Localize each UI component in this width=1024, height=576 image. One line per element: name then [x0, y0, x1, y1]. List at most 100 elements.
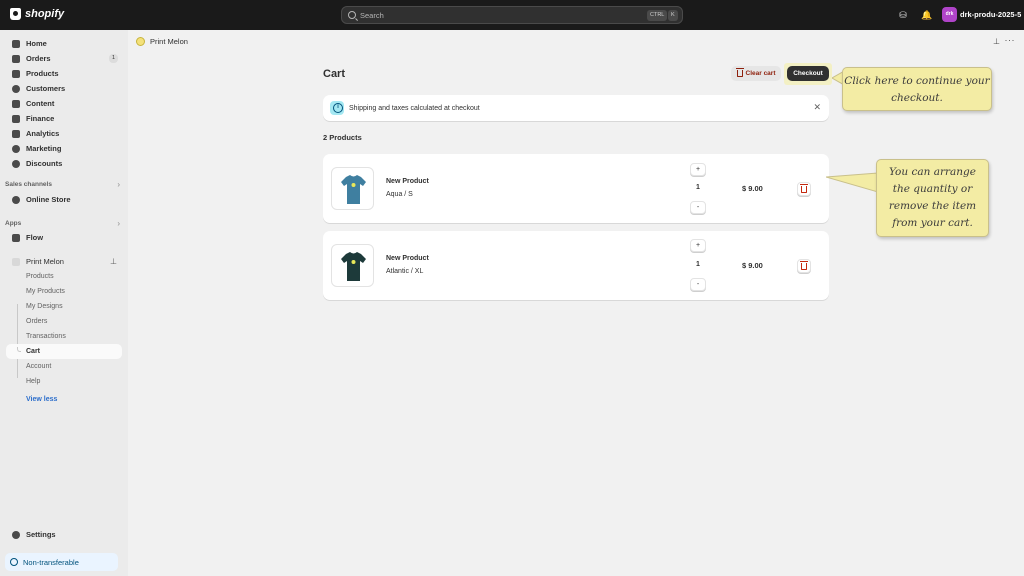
- non-transferable-label: Non-transferable: [23, 557, 79, 567]
- print-melon-icon: [136, 36, 145, 46]
- tooltip-arrow: [826, 172, 878, 193]
- sidebar-item-label: Home: [26, 39, 47, 48]
- content-icon: [12, 99, 20, 108]
- app-title: Print Melon: [150, 36, 188, 46]
- search-input[interactable]: Search CTRL K: [341, 6, 683, 24]
- store-name[interactable]: drk-produ-2025-5: [960, 10, 1021, 19]
- flow-icon: [12, 233, 20, 242]
- sidebar-item-discounts[interactable]: Discounts: [6, 156, 122, 171]
- shopify-bag-icon: [10, 8, 21, 20]
- sales-channels-heading[interactable]: Sales channels: [5, 181, 52, 188]
- quantity-value: 1: [696, 261, 700, 268]
- sidebar-sub-transactions[interactable]: Transactions: [26, 329, 66, 344]
- trash-icon: [735, 68, 744, 77]
- tshirt-icon: [341, 175, 366, 204]
- orders-count-badge: 1: [109, 54, 118, 63]
- sidebar-item-label: Online Store: [26, 195, 71, 204]
- shortcut-ctrl: CTRL: [647, 10, 668, 21]
- shipping-info-banner: Shipping and taxes calculated at checkou…: [323, 95, 829, 121]
- checkout-button[interactable]: Checkout: [787, 66, 829, 81]
- sidebar-item-marketing[interactable]: Marketing: [6, 141, 122, 156]
- pin-icon[interactable]: ⊥: [993, 37, 1000, 46]
- banner-text: Shipping and taxes calculated at checkou…: [349, 104, 480, 112]
- quantity-plus-button[interactable]: +: [690, 163, 706, 176]
- sidebar: Home Orders 1 Products Customers Content…: [0, 30, 128, 576]
- quantity-minus-button[interactable]: -: [690, 201, 706, 214]
- clear-cart-label: Clear cart: [745, 70, 776, 77]
- app-header: Print Melon: [128, 30, 1024, 52]
- sidebar-item-label: Content: [26, 99, 55, 108]
- trash-icon: [800, 183, 808, 193]
- shopify-logo[interactable]: shopify: [10, 8, 64, 20]
- sidebar-item-flow[interactable]: Flow: [6, 230, 122, 245]
- sidebar-sub-cart[interactable]: Cart: [6, 344, 122, 359]
- remove-item-button[interactable]: [797, 182, 811, 196]
- chevron-right-icon[interactable]: ›: [117, 219, 120, 228]
- non-transferable-badge[interactable]: Non-transferable: [5, 553, 118, 571]
- quantity-minus-button[interactable]: -: [690, 278, 706, 291]
- sidebar-item-finance[interactable]: Finance: [6, 111, 122, 126]
- sidebar-item-label: Finance: [26, 114, 55, 123]
- sidebar-item-analytics[interactable]: Analytics: [6, 126, 122, 141]
- sidebar-sub-products[interactable]: Products: [26, 269, 54, 284]
- chevron-right-icon[interactable]: ›: [117, 180, 120, 189]
- sidebar-sub-orders[interactable]: Orders: [26, 314, 47, 329]
- apps-heading[interactable]: Apps: [5, 220, 21, 227]
- sidebar-item-label: Orders: [26, 54, 51, 63]
- sub-nav-line: [17, 304, 18, 378]
- sidebar-item-print-melon[interactable]: Print Melon: [6, 254, 122, 269]
- product-image: [331, 244, 374, 287]
- sidebar-item-label: Print Melon: [26, 257, 64, 266]
- gear-icon: [12, 530, 20, 539]
- sidebar-item-label: Analytics: [26, 129, 60, 138]
- product-name[interactable]: New Product: [386, 178, 429, 185]
- info-icon: [10, 558, 18, 566]
- sidebar-sub-my-products[interactable]: My Products: [26, 284, 65, 299]
- top-bar: shopify Search CTRL K ⛁ 🔔 drk drk-produ-…: [0, 0, 1024, 30]
- sidebar-item-customers[interactable]: Customers: [6, 81, 122, 96]
- remove-item-button[interactable]: [797, 259, 811, 273]
- discount-icon: [12, 159, 20, 168]
- sidebar-item-label: Settings: [26, 530, 56, 539]
- target-icon: [12, 144, 20, 153]
- clear-cart-button[interactable]: Clear cart: [731, 66, 781, 81]
- product-variant: Atlantic / XL: [386, 268, 424, 275]
- sidebar-item-label: Customers: [26, 84, 66, 93]
- shirt-path: [341, 252, 366, 281]
- sidebar-item-settings[interactable]: Settings: [6, 527, 122, 542]
- tag-icon: [12, 69, 20, 78]
- sidebar-item-label: Flow: [26, 233, 44, 242]
- pin-icon[interactable]: ⊥: [110, 257, 117, 266]
- sidebar-sub-account[interactable]: Account: [26, 359, 51, 374]
- sidebar-item-home[interactable]: Home: [6, 36, 122, 51]
- search-placeholder: Search: [360, 10, 384, 20]
- info-icon: [330, 101, 344, 115]
- app-icon: [12, 257, 20, 266]
- sidebar-sub-cart-label: Cart: [26, 348, 41, 355]
- bell-icon[interactable]: 🔔: [921, 10, 932, 20]
- sidebar-item-online-store[interactable]: Online Store: [6, 192, 122, 207]
- sidebar-item-products[interactable]: Products: [6, 66, 122, 81]
- sidebar-sub-help[interactable]: Help: [26, 374, 40, 389]
- shirt-path: [341, 175, 366, 204]
- bank-icon: [12, 114, 20, 123]
- chart-icon: [12, 129, 20, 138]
- quantity-plus-button[interactable]: +: [690, 239, 706, 252]
- search-icon: [348, 11, 356, 19]
- sidebar-item-content[interactable]: Content: [6, 96, 122, 111]
- sidebar-item-orders[interactable]: Orders 1: [6, 51, 122, 66]
- home-icon: [12, 39, 20, 48]
- product-count: 2 Products: [323, 133, 362, 142]
- sidebar-item-label: Products: [26, 69, 59, 78]
- quantity-value: 1: [696, 184, 700, 191]
- database-icon[interactable]: ⛁: [898, 10, 908, 20]
- more-icon[interactable]: ···: [1005, 35, 1016, 45]
- store-avatar[interactable]: drk: [942, 7, 957, 22]
- view-less-link[interactable]: View less: [26, 396, 57, 403]
- product-name[interactable]: New Product: [386, 255, 429, 262]
- logo-text: shopify: [25, 8, 65, 20]
- close-icon[interactable]: ✕: [813, 103, 821, 112]
- product-variant: Aqua / S: [386, 191, 413, 198]
- sidebar-sub-my-designs[interactable]: My Designs: [26, 299, 63, 314]
- sidebar-item-label: Discounts: [26, 159, 63, 168]
